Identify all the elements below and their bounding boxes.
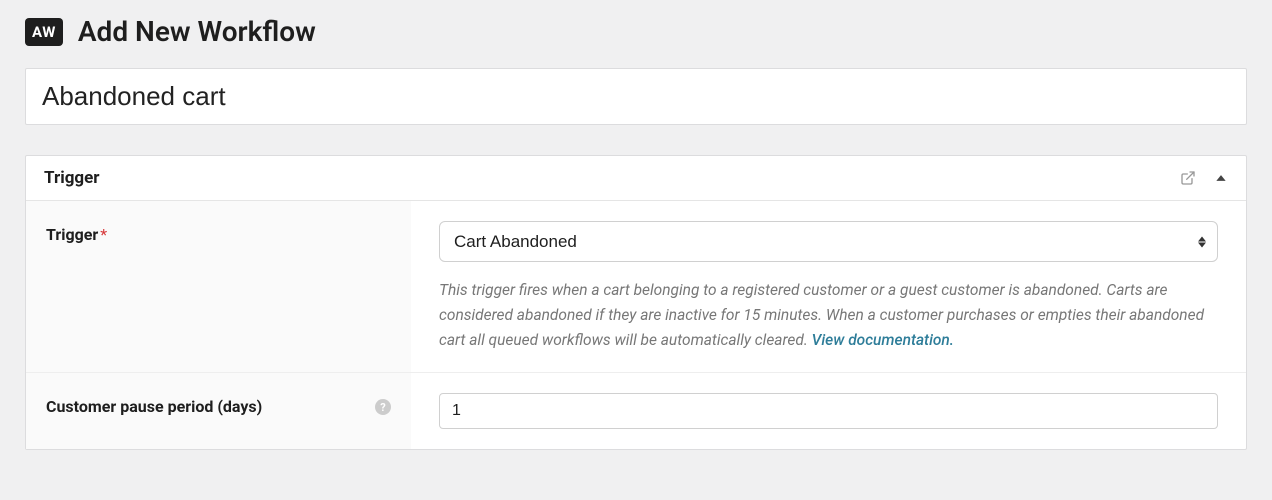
pause-period-input[interactable]	[439, 393, 1218, 429]
view-documentation-link[interactable]: View documentation.	[812, 331, 954, 349]
panel-header: Trigger	[26, 156, 1246, 201]
required-indicator: *	[100, 225, 107, 244]
trigger-input-col: Cart Abandoned This trigger fires when a…	[411, 201, 1246, 372]
pause-input-col	[411, 373, 1246, 449]
panel-header-actions	[1180, 170, 1228, 186]
trigger-select[interactable]: Cart Abandoned	[439, 221, 1218, 262]
trigger-label: Trigger	[46, 225, 98, 244]
collapse-toggle-icon[interactable]	[1214, 171, 1228, 185]
workflow-title-input[interactable]	[25, 68, 1247, 125]
pause-row: Customer pause period (days) ?	[26, 373, 1246, 449]
pause-label-col: Customer pause period (days) ?	[26, 373, 411, 449]
trigger-row: Trigger* Cart Abandoned This trigger fir…	[26, 201, 1246, 373]
aw-logo-badge: AW	[25, 18, 63, 46]
pause-label: Customer pause period (days)	[46, 397, 262, 416]
panel-title: Trigger	[44, 168, 100, 188]
help-icon[interactable]: ?	[375, 399, 391, 415]
panel-body: Trigger* Cart Abandoned This trigger fir…	[26, 201, 1246, 449]
page-header: AW Add New Workflow	[25, 15, 1247, 48]
trigger-description: This trigger fires when a cart belonging…	[439, 278, 1218, 352]
external-link-icon[interactable]	[1180, 170, 1196, 186]
trigger-panel: Trigger Trigger* Cart Abandoned	[25, 155, 1247, 450]
page-title: Add New Workflow	[78, 15, 316, 48]
trigger-select-wrap: Cart Abandoned	[439, 221, 1218, 262]
trigger-label-col: Trigger*	[26, 201, 411, 372]
